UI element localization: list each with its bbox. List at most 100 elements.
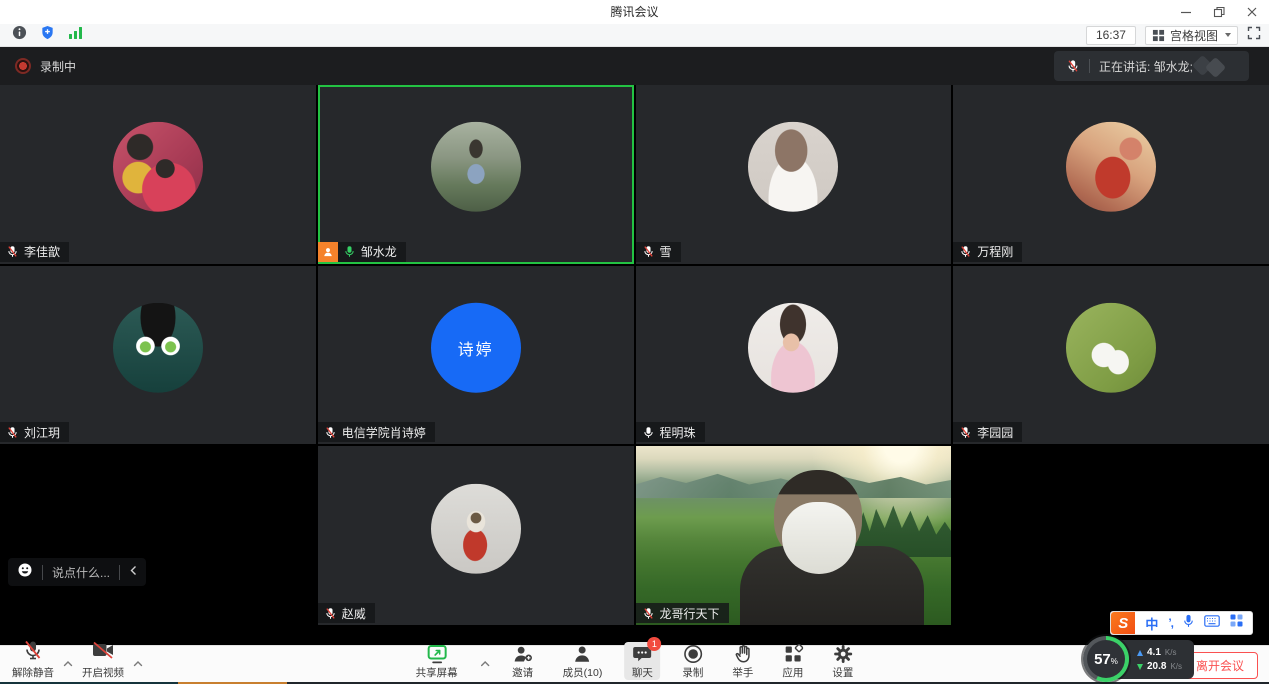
upload-value: 4.1 [1147,647,1161,658]
title-bar: 腾讯会议 [0,0,1269,24]
meeting-logo-icon [1195,57,1235,77]
mic-on-icon [343,245,356,258]
participant-name: 赵威 [342,605,366,622]
download-unit: K/s [1170,662,1182,671]
toolbar-share-button[interactable]: 共享屏幕 [409,642,465,680]
participant-tile-2[interactable]: 邹水龙 [318,85,634,264]
participant-name: 龙哥行天下 [660,605,720,622]
security-shield-icon[interactable] [40,25,55,45]
mic-muted-icon [642,245,655,258]
settings-icon [833,644,853,664]
toolbar-invite-button[interactable]: 邀请 [505,642,541,680]
hand-label: 举手 [732,665,753,680]
participant-name: 李佳歆 [24,243,60,260]
ime-punctuation-toggle[interactable]: ’, [1168,616,1173,630]
toolbar-record-button[interactable]: 录制 [675,642,710,680]
download-arrow-icon [1137,664,1143,670]
members-icon [572,644,594,664]
ime-language-toggle[interactable]: 中 [1145,614,1158,633]
chat-quickbar[interactable]: 说点什么... [8,558,146,586]
participant-tile-3[interactable]: 雪 [636,85,952,264]
participant-name-label: 万程刚 [953,242,1022,262]
upload-unit: K/s [1165,648,1177,657]
participant-name-label: 李园园 [953,422,1022,442]
participant-name: 李园园 [977,424,1013,441]
window-controls [1179,0,1259,24]
mic-muted-icon [1066,59,1080,73]
participant-avatar [748,303,838,393]
participant-tile-8[interactable]: 李园园 [953,266,1269,445]
emoji-icon[interactable] [17,562,33,583]
toolbar-members-button[interactable]: 成员(10) [556,642,610,680]
download-value: 20.8 [1147,661,1166,672]
mic-muted-icon [22,639,44,664]
invite-icon [512,644,534,664]
network-signal-icon[interactable] [68,26,83,44]
tencent-meeting-window: 腾讯会议 16:37 宫格视图 录制中 [0,0,1269,684]
participant-avatar: 诗婷 [431,303,521,393]
participant-avatar [748,122,838,212]
divider [42,565,43,580]
hand-icon [733,644,753,664]
participant-name: 万程刚 [977,243,1013,260]
window-title: 腾讯会议 [0,0,1269,24]
toolbar-settings-button[interactable]: 设置 [825,642,860,680]
participant-tile-9[interactable]: 赵威 [318,446,634,625]
mic-muted-icon [959,426,972,439]
participant-tile-1[interactable]: 李佳歆 [0,85,316,264]
divider [1089,59,1090,73]
toolbar-apps-button[interactable]: 应用 [775,642,810,680]
record-label: 录制 [682,665,703,680]
participant-tile-6[interactable]: 诗婷电信学院肖诗婷 [318,266,634,445]
fullscreen-icon[interactable] [1247,26,1261,45]
recording-indicator: 录制中 [0,58,76,75]
ime-voice-icon[interactable] [1183,614,1194,633]
start-video-button[interactable]: 开启视频 [80,639,126,680]
video-area: 录制中 正在讲话: 邹水龙; 李佳歆邹水龙雪万程刚刘江玥诗婷电信学院肖诗婷程明珠… [0,47,1269,645]
ime-keyboard-icon[interactable] [1204,614,1220,632]
minimize-icon[interactable] [1179,5,1193,19]
chevron-down-icon [1225,33,1231,37]
toolbar-hand-button[interactable]: 举手 [725,642,760,680]
participant-tile-5[interactable]: 刘江玥 [0,266,316,445]
participant-name: 刘江玥 [24,424,60,441]
record-icon [683,644,703,664]
participant-name-label: 电信学院肖诗婷 [318,422,435,442]
ime-toolbox-icon[interactable] [1230,614,1243,632]
restore-icon[interactable] [1212,5,1226,19]
participant-name: 雪 [660,243,672,260]
share-options-caret[interactable] [480,660,490,667]
participant-tile-10[interactable]: 龙哥行天下 [636,446,952,625]
collapse-chevron-left-icon[interactable] [129,563,137,581]
apps-icon [783,644,803,664]
participant-tile-4[interactable]: 万程刚 [953,85,1269,264]
view-mode-dropdown[interactable]: 宫格视图 [1145,26,1238,45]
meeting-info-icon[interactable] [12,25,27,45]
close-icon[interactable] [1245,5,1259,19]
ime-toolbar[interactable]: S 中 ’, [1110,611,1253,635]
upload-arrow-icon [1137,650,1143,656]
meeting-toolbar: 16:37 宫格视图 [0,24,1269,47]
cpu-usage-gauge[interactable]: 57% [1083,636,1129,682]
settings-label: 设置 [832,665,853,680]
download-speed: 20.8 K/s [1137,661,1194,672]
unmute-label: 解除静音 [12,665,54,680]
host-badge-icon [318,242,338,262]
audio-video-controls: 解除静音 开启视频 [10,639,143,680]
avatar-initials: 诗婷 [458,336,494,360]
toolbar-chat-button[interactable]: 聊天1 [624,642,660,680]
mic-muted-icon [6,426,19,439]
chat-label: 聊天 [632,665,653,680]
participant-tile-7[interactable]: 程明珠 [636,266,952,445]
participant-name: 电信学院肖诗婷 [342,424,426,441]
members-label: 成员(10) [563,665,603,680]
active-speaker-label: 正在讲话: 邹水龙; [1099,58,1193,75]
chat-input-placeholder[interactable]: 说点什么... [52,564,110,581]
invite-label: 邀请 [512,665,533,680]
audio-options-caret[interactable] [63,660,73,667]
sogou-logo-icon[interactable]: S [1111,612,1135,634]
share-label: 共享屏幕 [416,665,458,680]
video-options-caret[interactable] [133,660,143,667]
status-strip: 录制中 正在讲话: 邹水龙; [0,47,1269,85]
unmute-button[interactable]: 解除静音 [10,639,56,680]
